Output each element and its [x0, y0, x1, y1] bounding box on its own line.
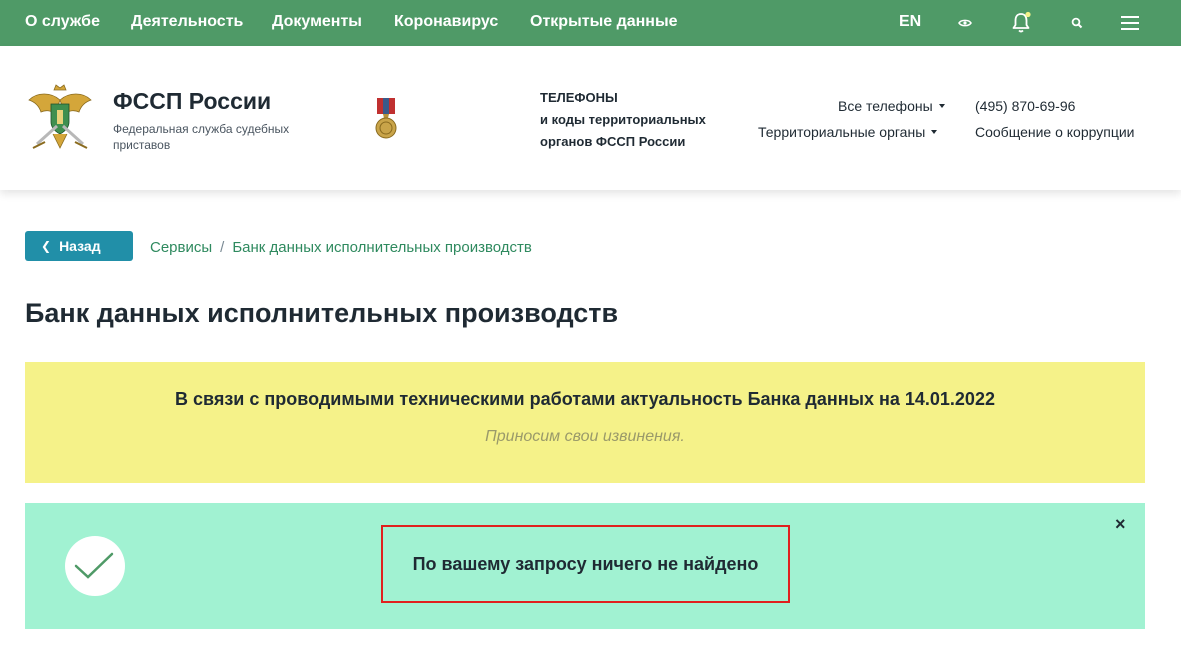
phones-block[interactable]: ТЕЛЕФОНЫ и коды территориальных органов … [540, 87, 730, 153]
notice-main-text: В связи с проводимыми техническими работ… [175, 389, 995, 409]
phones-title-line: и коды территориальных [540, 112, 706, 127]
result-message: По вашему запросу ничего не найдено [412, 553, 759, 574]
nav-item-documents[interactable]: Документы [272, 13, 362, 31]
phones-title-line: органов ФССП России [540, 134, 686, 149]
breadcrumb-item-current[interactable]: Банк данных исполнительных производств [232, 239, 532, 256]
phones-title-line: ТЕЛЕФОНЫ [540, 90, 618, 105]
medal-icon [373, 98, 399, 140]
search-result-panel: По вашему запросу ничего не найдено × [25, 503, 1145, 629]
corruption-report-link[interactable]: Сообщение о коррупции [975, 124, 1134, 140]
breadcrumb: Сервисы / Банк данных исполнительных произ… [150, 239, 532, 256]
nav-item-coronavirus[interactable]: Коронавирус [394, 13, 498, 31]
breadcrumb-item-services[interactable]: Сервисы [150, 239, 212, 256]
maintenance-notice: В связи с проводимыми техническими работ… [25, 362, 1145, 483]
nav-item-open-data[interactable]: Открытые данные [530, 13, 678, 31]
all-phones-label: Все телефоны [838, 98, 933, 114]
close-icon[interactable]: × [1115, 515, 1126, 533]
caret-down-icon [938, 104, 945, 109]
phone-number[interactable]: (495) 870-69-96 [975, 98, 1075, 114]
search-icon[interactable] [1065, 11, 1089, 35]
site-header: ФССП России Федеральная служба судебных … [0, 46, 1181, 190]
eye-icon[interactable] [953, 11, 977, 35]
bell-icon[interactable] [1009, 11, 1033, 35]
check-icon [65, 536, 125, 596]
page-title: Банк данных исполнительных производств [25, 298, 619, 328]
all-phones-dropdown[interactable]: Все телефоны [838, 98, 945, 114]
back-button[interactable]: ❮ Назад [25, 231, 133, 261]
emblem-logo[interactable] [27, 82, 93, 154]
territorial-label: Территориальные органы [758, 124, 926, 140]
back-label: Назад [59, 238, 101, 254]
territorial-dropdown[interactable]: Территориальные органы [758, 124, 938, 140]
caret-down-icon [931, 130, 938, 135]
chevron-left-icon: ❮ [41, 239, 52, 253]
result-message-box: По вашему запросу ничего не найдено [381, 525, 790, 603]
org-name[interactable]: ФССП России [113, 88, 271, 115]
breadcrumb-separator: / [220, 239, 225, 256]
top-navigation: О службе Деятельность Документы Коронави… [0, 0, 1181, 46]
notice-apology-text: Приносим свои извинения. [485, 428, 685, 445]
org-subtitle: Федеральная служба судебных приставов [113, 122, 290, 152]
nav-item-activity[interactable]: Деятельность [131, 13, 243, 31]
nav-item-about[interactable]: О службе [25, 13, 100, 31]
language-switch[interactable]: EN [899, 13, 921, 31]
menu-icon[interactable] [1118, 11, 1142, 35]
